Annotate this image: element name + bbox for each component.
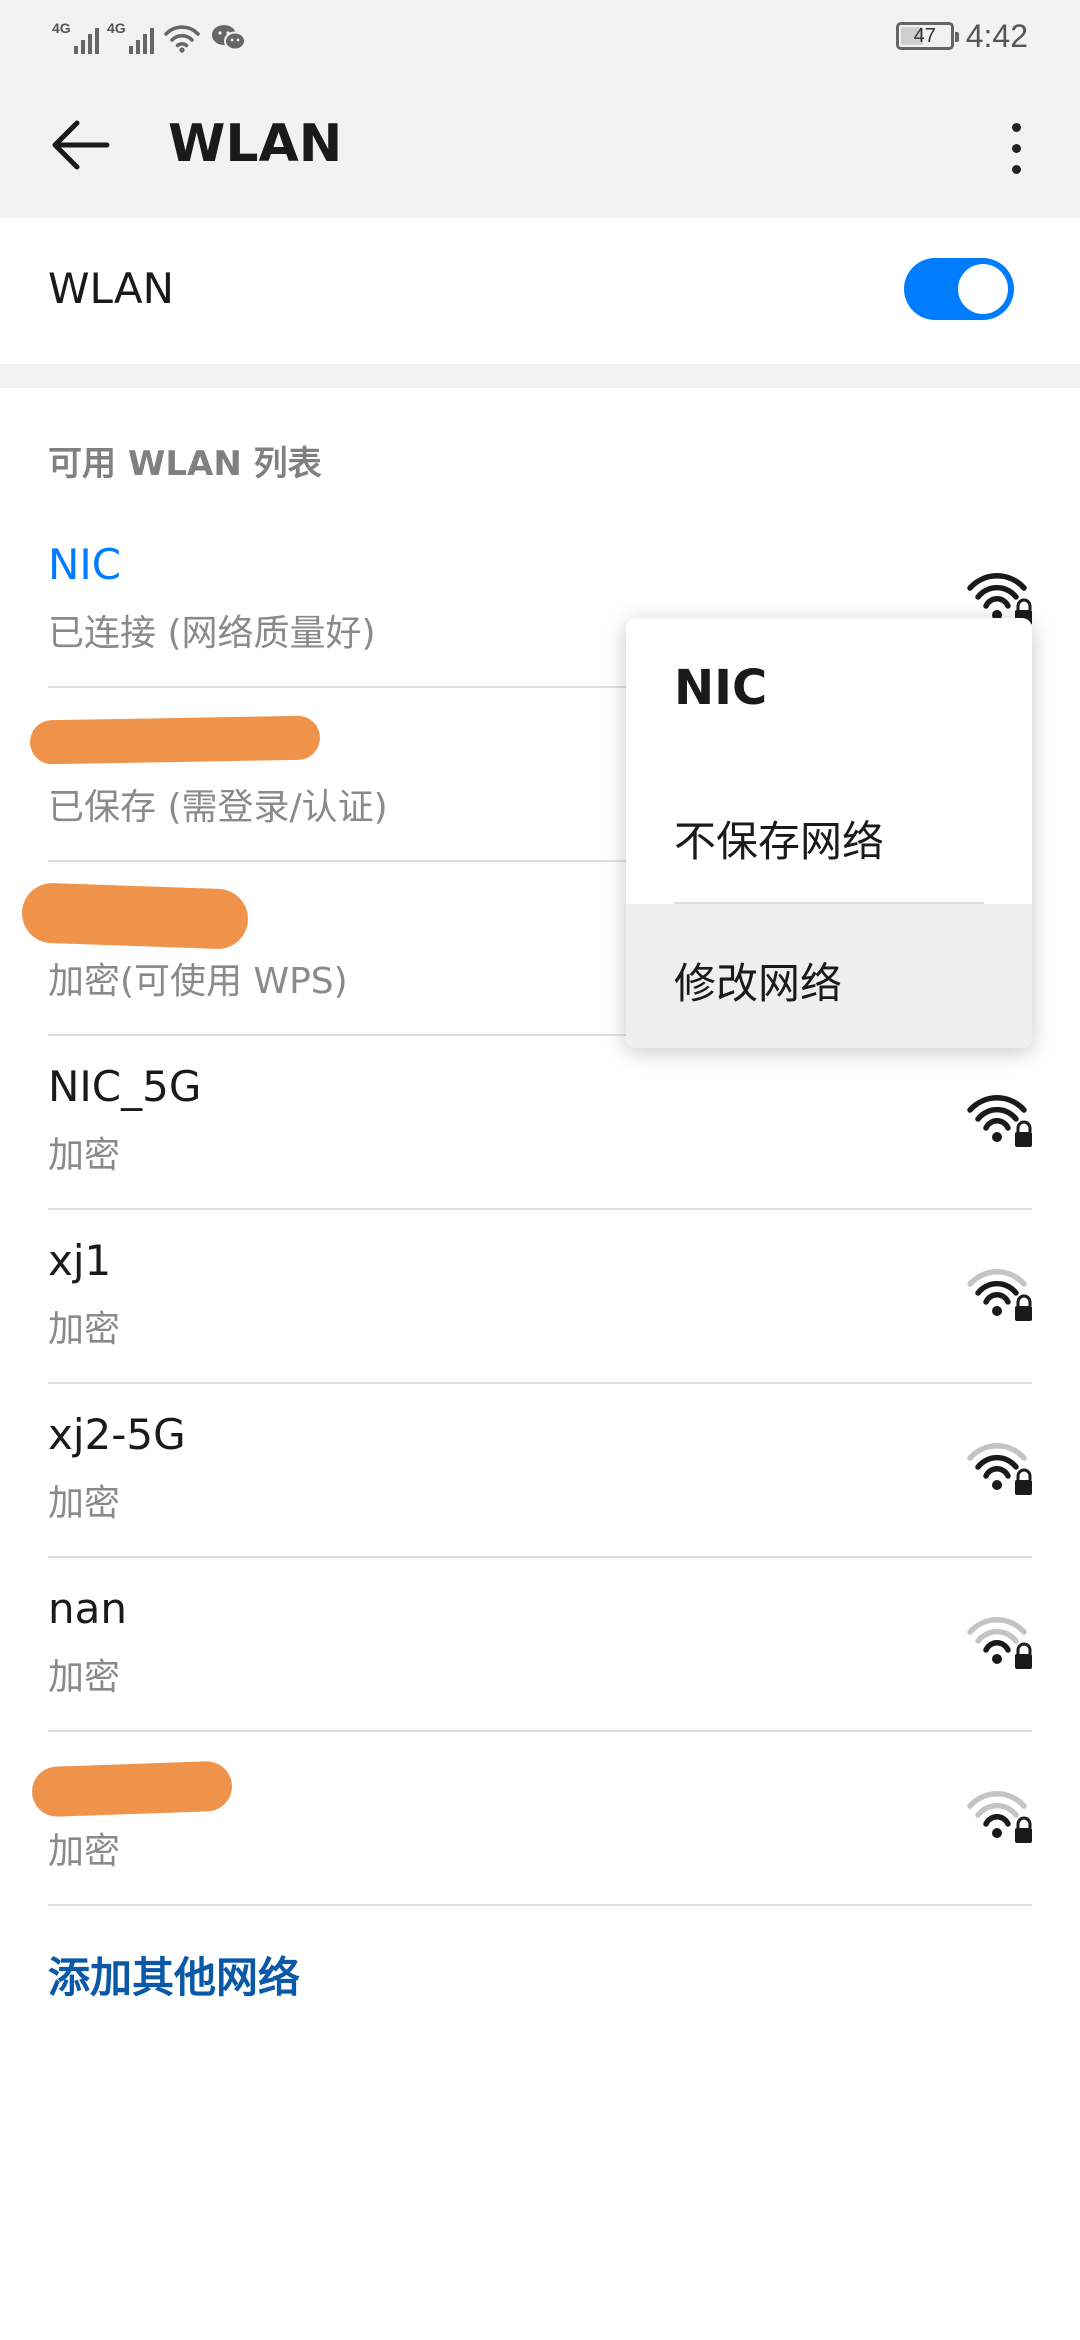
menu-item-label: 修改网络 <box>674 959 843 1008</box>
status-bar: 4G 4G 47 4:42 <box>0 0 1080 72</box>
signal-icon: 4G <box>52 20 99 54</box>
menu-item-label: 不保存网络 <box>674 817 885 866</box>
wifi-lock-icon <box>967 1269 1032 1321</box>
network-item[interactable]: NIC_5G 加密 <box>48 1036 1032 1210</box>
context-menu-title: NIC <box>674 660 768 716</box>
network-name: nan <box>48 1584 127 1633</box>
wifi-lock-icon <box>967 1443 1032 1495</box>
wifi-lock-icon <box>967 1095 1032 1147</box>
lock-icon <box>1015 1294 1032 1321</box>
network-context-menu: NIC 不保存网络 修改网络 <box>626 618 1032 1048</box>
modify-network-menu-item[interactable]: 修改网络 <box>626 904 1032 1048</box>
battery-level: 47 <box>913 24 936 47</box>
redacted-network-name <box>31 1760 233 1818</box>
status-left: 4G 4G <box>52 18 248 58</box>
wifi-signal-dot <box>992 1480 1002 1490</box>
network-status: 加密(可使用 WPS) <box>48 961 348 1002</box>
wechat-icon <box>212 25 246 51</box>
network-name: NIC_5G <box>48 1062 202 1111</box>
lock-icon <box>1015 1816 1032 1843</box>
wifi-signal-dot <box>992 1306 1002 1316</box>
battery-icon: 47 <box>895 22 959 50</box>
network-status: 加密 <box>48 1309 121 1350</box>
more-vertical-icon <box>1011 122 1021 132</box>
switch-knob <box>958 264 1008 314</box>
add-network-link[interactable]: 添加其他网络 <box>48 1944 300 2005</box>
wlan-toggle-label: WLAN <box>48 264 175 313</box>
network-name: NIC <box>48 540 122 589</box>
network-item[interactable]: xj2-5G 加密 <box>48 1384 1032 1558</box>
status-time: 4:42 <box>965 17 1028 54</box>
wifi-signal-arc <box>975 1628 1019 1644</box>
wifi-icon <box>164 25 200 53</box>
redacted-network-name <box>29 715 321 765</box>
arrow-left-icon <box>52 120 110 170</box>
lock-icon <box>1015 1468 1032 1495</box>
network-status: 加密 <box>48 1135 121 1176</box>
wifi-signal-arc <box>975 1106 1019 1122</box>
wifi-signal-dot <box>992 1654 1002 1664</box>
wifi-signal-arc <box>975 1454 1019 1470</box>
network-item[interactable]: 加密 <box>31 1732 1032 1906</box>
wifi-signal-arc <box>983 596 1011 609</box>
network-status: 加密 <box>48 1831 121 1872</box>
lock-icon <box>1015 1642 1032 1669</box>
wifi-signal-arc <box>975 1802 1019 1818</box>
network-name: xj1 <box>48 1236 112 1285</box>
page-title: WLAN <box>168 114 343 174</box>
wifi-signal-arc <box>983 1118 1011 1131</box>
app-bar: WLAN <box>0 72 1080 218</box>
wifi-lock-icon <box>967 1617 1032 1669</box>
wifi-signal-arc <box>983 1814 1011 1827</box>
redacted-network-name <box>21 882 249 950</box>
network-status: 加密 <box>48 1483 121 1524</box>
available-networks-header: 可用 WLAN 列表 <box>48 444 322 484</box>
wlan-switch[interactable] <box>904 258 1014 320</box>
network-type-label: 4G <box>52 20 71 36</box>
wifi-signal-arc <box>983 1292 1011 1305</box>
wifi-signal-arc <box>983 1466 1011 1479</box>
network-item[interactable]: nan 加密 <box>48 1558 1032 1732</box>
network-name: xj2-5G <box>48 1410 186 1459</box>
back-button[interactable] <box>40 112 120 178</box>
network-status: 已连接 (网络质量好) <box>48 613 376 654</box>
wifi-signal-dot <box>992 1828 1002 1838</box>
lock-icon <box>1015 1120 1032 1147</box>
wifi-signal-arc <box>975 584 1019 600</box>
wifi-signal-arc <box>983 1640 1011 1653</box>
network-status: 已保存 (需登录/认证) <box>48 787 388 828</box>
wifi-signal-arc <box>975 1280 1019 1296</box>
status-right: 47 4:42 <box>895 14 1028 58</box>
network-type-label: 4G <box>107 20 126 36</box>
section-divider <box>0 364 1080 388</box>
wifi-lock-icon <box>967 1791 1032 1843</box>
more-options-button[interactable] <box>986 108 1046 188</box>
signal-icon: 4G <box>107 20 154 54</box>
forget-network-menu-item[interactable]: 不保存网络 <box>626 762 1032 906</box>
network-status: 加密 <box>48 1657 121 1698</box>
network-item[interactable]: xj1 加密 <box>48 1210 1032 1384</box>
wifi-signal-dot <box>992 1132 1002 1142</box>
wlan-toggle-row[interactable]: WLAN <box>0 218 1080 364</box>
